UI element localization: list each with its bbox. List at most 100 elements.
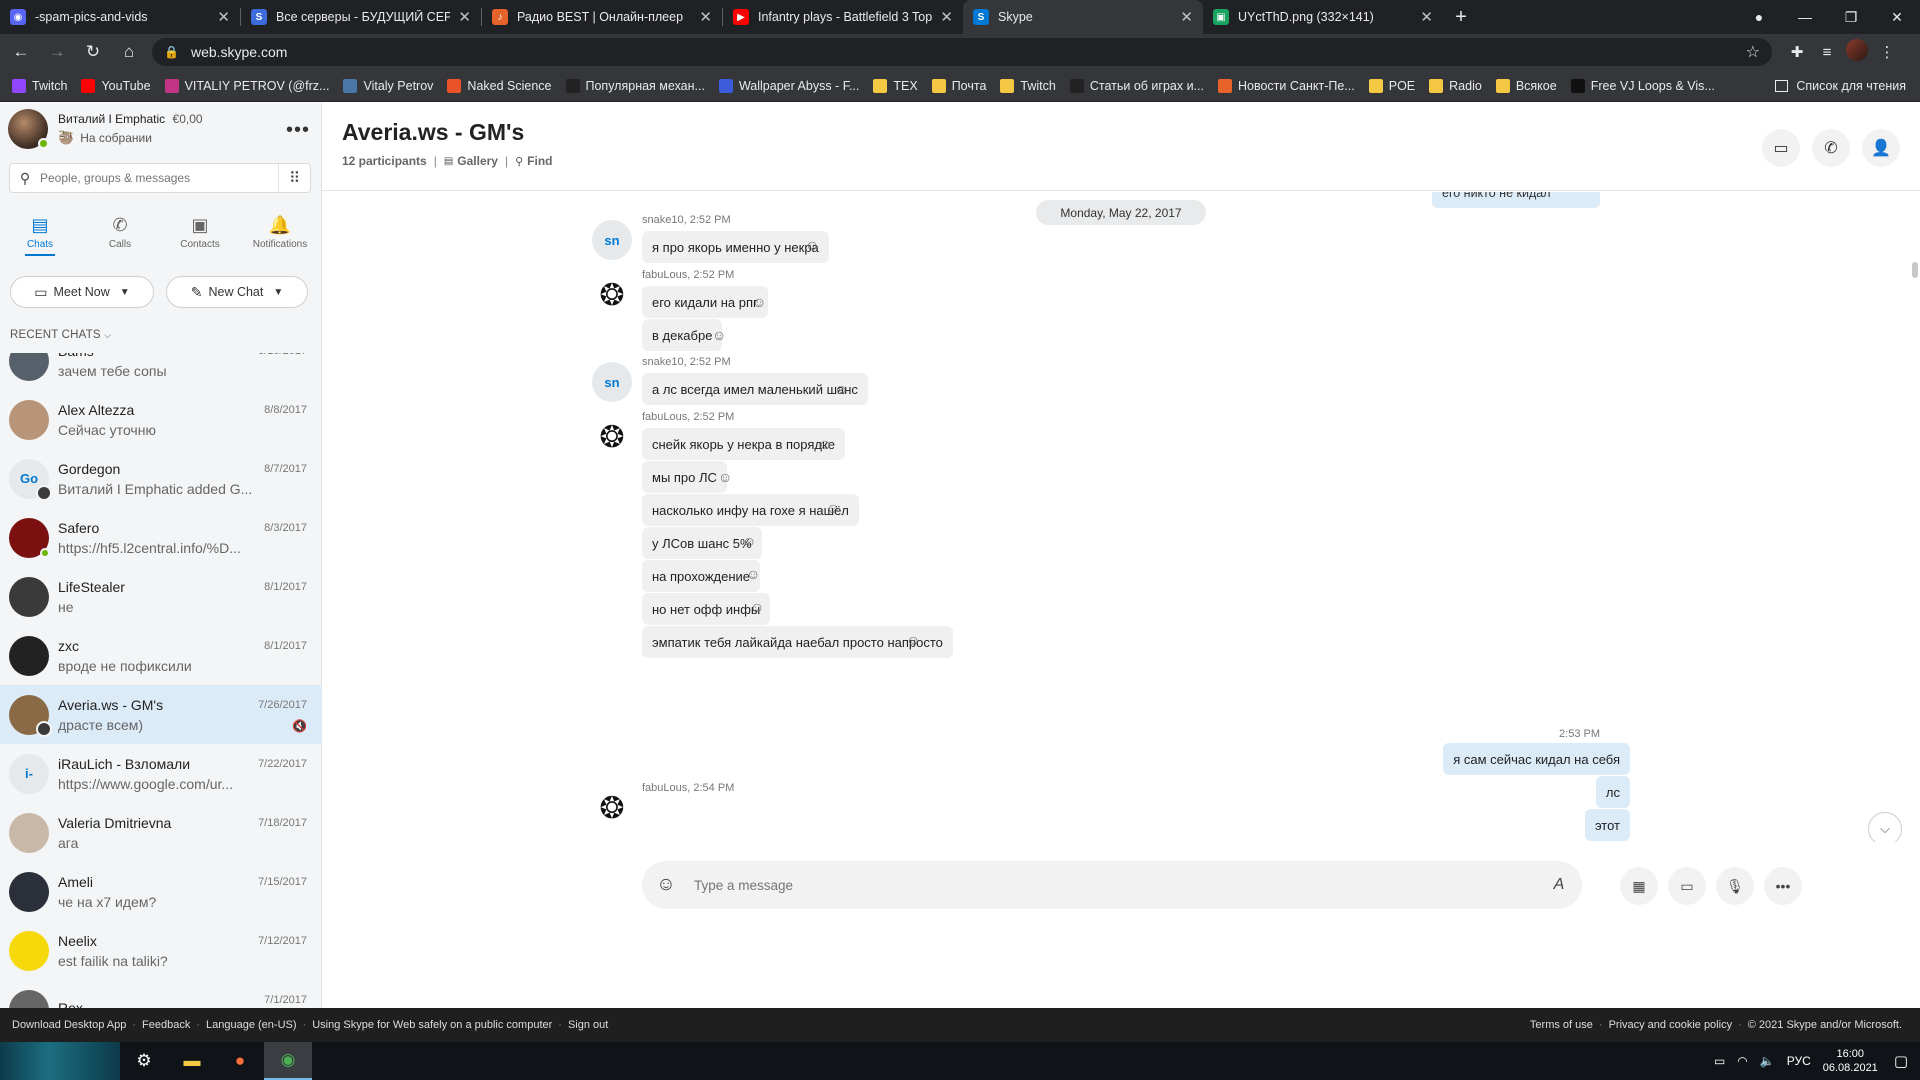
avatar[interactable]: sn (592, 220, 632, 260)
avatar[interactable]: sn (592, 362, 632, 402)
new-tab-button[interactable]: + (1443, 0, 1479, 34)
bookmark-item[interactable]: Naked Science (447, 78, 552, 93)
my-profile[interactable]: Виталий I Emphatic €0,00 🦥 На собрании (8, 109, 203, 149)
chat-list-item[interactable]: Safero https://hf5.l2central.info/%D... 8/… (0, 508, 322, 567)
chat-list-item[interactable]: Go Gordegon Виталий I Emphatic added G... 8… (0, 449, 322, 508)
bookmark-item[interactable]: Всякое (1495, 78, 1557, 93)
settings-gear-icon[interactable]: ⚙ (120, 1042, 168, 1080)
scrollbar-thumb[interactable] (1912, 262, 1918, 278)
new-chat-button[interactable]: ✎ New Chat ▼ (166, 276, 308, 308)
extensions-icon[interactable]: ✚ (1782, 43, 1812, 61)
close-tab-icon[interactable]: ✕ (940, 8, 953, 26)
sign-out-link[interactable]: Sign out (568, 1019, 608, 1031)
close-tab-icon[interactable]: ✕ (458, 8, 471, 26)
privacy-link[interactable]: Privacy and cookie policy (1609, 1019, 1733, 1031)
chat-list-item[interactable]: zxc вроде не пофиксили 8/1/2017 (0, 626, 322, 685)
bookmark-item[interactable]: Vitaly Petrov (343, 78, 433, 93)
tab-calls[interactable]: ✆ Calls (80, 213, 160, 256)
add-reaction-icon[interactable]: ☺ (718, 469, 732, 485)
dialpad-icon[interactable]: ⠿ (278, 164, 310, 192)
add-reaction-icon[interactable]: ☺ (746, 566, 760, 582)
chat-list-item[interactable]: Ameli че на х7 идем? 7/15/2017 (0, 862, 322, 921)
send-contact-button[interactable]: ▭ (1668, 867, 1706, 905)
language-link[interactable]: Language (en-US) (206, 1019, 297, 1031)
browser-tab[interactable]: ◉ -spam-pics-and-vids ✕ (0, 0, 240, 34)
find-link[interactable]: Find (527, 154, 552, 168)
bookmark-item[interactable]: POE (1368, 78, 1415, 93)
home-icon[interactable]: ⌂ (114, 37, 144, 67)
firefox-icon[interactable]: ● (216, 1042, 264, 1080)
bookmark-item[interactable]: Почта (931, 78, 986, 93)
bookmark-item[interactable]: Free VJ Loops & Vis... (1570, 78, 1715, 93)
bookmark-item[interactable]: TEX (873, 78, 918, 93)
avatar[interactable]: ❂ (592, 417, 632, 457)
text-format-icon[interactable]: A (1536, 876, 1582, 894)
outgoing-message-bubble[interactable]: я сам сейчас кидал на себя (1443, 743, 1630, 775)
chrome-icon[interactable]: ◉ (264, 1042, 312, 1080)
message-bubble[interactable]: мы про ЛС (642, 461, 727, 493)
chat-list-item[interactable]: Neelix est failik na taliki? 7/12/2017 (0, 921, 322, 980)
bookmark-item[interactable]: YouTube (81, 78, 151, 93)
wifi-icon[interactable]: ◠ (1737, 1054, 1747, 1068)
scroll-to-bottom-button[interactable]: ⌵ (1868, 812, 1902, 842)
restore-icon[interactable]: ❐ (1828, 0, 1874, 34)
add-reaction-icon[interactable]: ☺ (752, 294, 766, 310)
search-box[interactable]: ⚲ ⠿ (9, 163, 311, 193)
download-desktop-app-link[interactable]: Download Desktop App (12, 1019, 126, 1031)
share-media-button[interactable]: ▦ (1620, 867, 1658, 905)
search-input[interactable] (40, 171, 278, 185)
tab-contacts[interactable]: ▣ Contacts (160, 213, 240, 256)
file-explorer-icon[interactable]: ▬ (168, 1042, 216, 1080)
conversation-title[interactable]: Averia.ws - GM's (342, 119, 524, 146)
profile-menu-icon[interactable]: ● (1736, 0, 1782, 34)
chat-list-item[interactable]: Valeria Dmitrievna ага 7/18/2017 (0, 803, 322, 862)
message-bubble[interactable]: снейк якорь у некра в порядке (642, 428, 846, 460)
add-reaction-icon[interactable]: ☺ (805, 237, 819, 253)
record-audio-button[interactable]: 🎙 (1716, 867, 1754, 905)
audio-call-button[interactable]: ✆ (1812, 129, 1850, 167)
avatar[interactable]: ❂ (592, 788, 632, 828)
participants-count[interactable]: 12 participants (342, 154, 427, 168)
outgoing-message-bubble[interactable]: лс (1595, 776, 1630, 808)
message-bubble[interactable]: я про якорь именно у некра (642, 231, 829, 263)
chat-list-item[interactable]: Rex 7/1/2017 (0, 980, 322, 1008)
gallery-link[interactable]: Gallery (457, 154, 498, 168)
close-window-icon[interactable]: ✕ (1874, 0, 1920, 34)
back-arrow-icon[interactable]: ← (6, 37, 36, 67)
mood-row[interactable]: 🦥 На собрании (58, 130, 203, 146)
terms-link[interactable]: Terms of use (1530, 1019, 1593, 1031)
bookmark-item[interactable]: Новости Санкт-Пе... (1217, 78, 1355, 93)
browser-tab-active[interactable]: S Skype ✕ (963, 0, 1203, 34)
browser-tab[interactable]: ▣ UYctThD.png (332×141) ✕ (1203, 0, 1443, 34)
browser-tab[interactable]: ▶ Infantry plays - Battlefield 3 Top P ✕ (723, 0, 963, 34)
bookmark-item[interactable]: Популярная механ... (565, 78, 705, 93)
browser-tab[interactable]: S Все серверы - БУДУЩИЙ СЕРВЕР ✕ (241, 0, 481, 34)
menu-kebab-icon[interactable]: ⋮ (1872, 43, 1902, 61)
chat-list-item[interactable]: Bamsзачем тебе сопы8/10/2017 (0, 353, 322, 390)
tab-chats[interactable]: ▤ Chats (0, 213, 80, 256)
minimize-icon[interactable]: — (1782, 0, 1828, 34)
add-reaction-icon[interactable]: ☺ (834, 381, 848, 397)
recent-chats-toggle[interactable]: RECENT CHATS ⌵ (10, 329, 111, 341)
reading-list-button[interactable]: Список для чтения (1775, 70, 1906, 102)
add-reaction-icon[interactable]: ☺ (906, 632, 920, 648)
public-computer-link[interactable]: Using Skype for Web safely on a public c… (312, 1019, 552, 1031)
tab-notifications[interactable]: 🔔 Notifications (240, 213, 320, 256)
close-tab-icon[interactable]: ✕ (217, 8, 230, 26)
message-bubble[interactable]: на прохождение (642, 560, 760, 592)
chat-list-item[interactable]: Alex Altezza Сейчас уточню 8/8/2017 (0, 390, 322, 449)
clock[interactable]: 16:00 06.08.2021 (1823, 1047, 1878, 1075)
input-language[interactable]: РУС (1787, 1054, 1811, 1068)
bookmark-item[interactable]: VITALIY PETROV (@frz... (164, 78, 329, 93)
video-call-button[interactable]: ▭ (1762, 129, 1800, 167)
avatar[interactable] (8, 109, 49, 149)
notification-center-icon[interactable]: ▢ (1894, 1052, 1908, 1070)
bookmark-item[interactable]: Twitch (1000, 78, 1056, 93)
bookmark-item[interactable]: Статьи об играх и... (1069, 78, 1204, 93)
skype-credit-balance[interactable]: €0,00 (173, 112, 203, 126)
reload-icon[interactable]: ↻ (78, 37, 108, 67)
feedback-link[interactable]: Feedback (142, 1019, 190, 1031)
meet-now-button[interactable]: ▭ Meet Now ▼ (10, 276, 154, 308)
bookmark-item[interactable]: Radio (1429, 78, 1482, 93)
message-input[interactable] (694, 877, 1536, 893)
